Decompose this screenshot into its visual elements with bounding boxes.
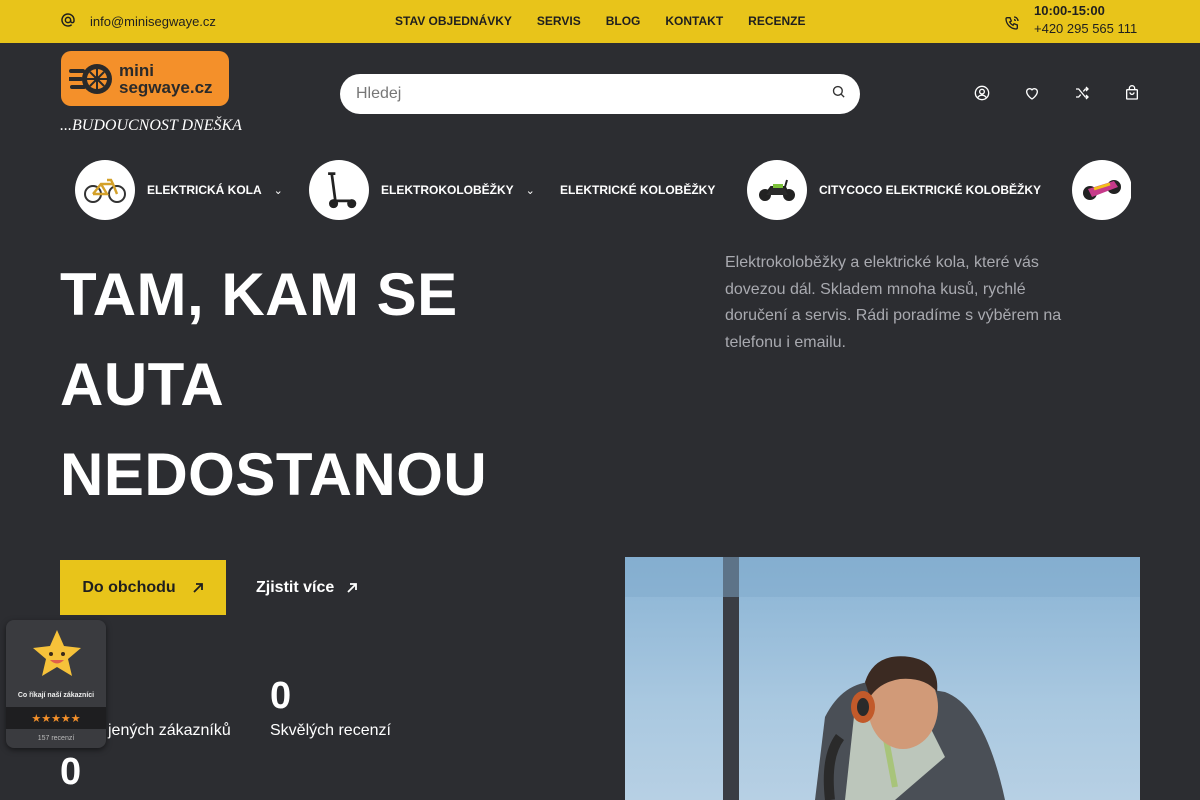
search-input[interactable] [356, 85, 831, 103]
shop-button-label[interactable]: Do obchodu [82, 579, 175, 597]
search-bar[interactable] [340, 74, 860, 114]
stat-third: 0 [60, 750, 81, 794]
bicycle-icon [84, 178, 126, 203]
header-icons [974, 85, 1140, 101]
hero-photo [625, 557, 1140, 800]
nav-contact[interactable]: KONTAKT [665, 14, 723, 28]
category-image [1072, 160, 1131, 220]
category-image [747, 160, 807, 220]
at-icon [60, 12, 76, 31]
category-hoverboards[interactable] [1072, 158, 1131, 222]
logo[interactable]: mini segwaye.cz [61, 51, 229, 106]
category-e-bikes[interactable]: ELEKTRICKÁ KOLA ⌄ [75, 158, 283, 222]
category-label[interactable]: ELEKTROKOLOBĚŽKY [381, 183, 514, 197]
wheel-logo-icon [69, 63, 112, 94]
shuffle-icon[interactable] [1074, 85, 1090, 101]
opening-hours: 10:00-15:00 [1034, 3, 1105, 18]
category-label[interactable]: ELEKTRICKÁ KOLA [147, 183, 262, 197]
nav-reviews[interactable]: RECENZE [748, 14, 805, 28]
smiling-star-icon [33, 630, 81, 676]
user-icon[interactable] [974, 85, 990, 101]
rider-photo-illustration [625, 557, 1140, 800]
category-e-scooters[interactable]: ELEKTROKOLOBĚŽKY ⌄ [309, 158, 535, 222]
category-label[interactable]: ELEKTRICKÉ KOLOBĚŽKY [560, 183, 715, 197]
tagline: ...BUDOUCNOST DNEŠKA [60, 117, 242, 134]
email-text[interactable]: info@minisegwaye.cz [90, 14, 216, 29]
nav-service[interactable]: SERVIS [537, 14, 581, 28]
heart-icon[interactable] [1024, 85, 1040, 101]
arrow-up-right-icon [193, 582, 203, 593]
hoverboard-icon [1083, 180, 1121, 200]
citycoco-icon [759, 179, 795, 201]
category-electric-scooters[interactable]: ELEKTRICKÉ KOLOBĚŽKY [548, 158, 715, 222]
category-label[interactable]: CITYCOCO ELEKTRICKÉ KOLOBĚŽKY [819, 183, 1041, 197]
phone-number[interactable]: +420 295 565 111 [1034, 19, 1137, 39]
stat-label: Skvělých recenzí [270, 722, 391, 739]
top-email[interactable]: info@minisegwaye.cz [60, 12, 216, 31]
nav-blog[interactable]: BLOG [606, 14, 641, 28]
scooter-icon [328, 172, 357, 209]
chevron-down-icon[interactable]: ⌄ [274, 184, 283, 197]
stat-number: 0 [60, 751, 82, 793]
category-image [75, 160, 135, 220]
hero-title-line1: TAM, KAM SE [60, 261, 458, 328]
hero-title: TAM, KAM SE AUTA NEDOSTANOU [60, 250, 620, 520]
category-citycoco[interactable]: CITYCOCO ELEKTRICKÉ KOLOBĚŽKY [747, 158, 1041, 222]
phone-icon [1004, 5, 1020, 36]
hero-description: Elektrokoloběžky a elektrické kola, kter… [725, 254, 1062, 351]
stat-number: 0 [270, 675, 292, 717]
top-nav: STAV OBJEDNÁVKY SERVIS BLOG KONTAKT RECE… [395, 14, 806, 28]
review-count: 157 recenzí [37, 735, 75, 742]
learn-more-button[interactable]: Zjistit více [256, 560, 358, 615]
category-bar: ELEKTRICKÁ KOLA ⌄ ELEKTROKOLOBĚŽKY ⌄ ELE… [60, 158, 1131, 222]
arrow-up-right-icon [347, 582, 358, 593]
logo-text: mini segwaye.cz [119, 62, 213, 96]
stat-reviews: 0 Skvělých recenzí [270, 674, 391, 740]
review-widget-text: Co říkají naší zákazníci [17, 692, 95, 699]
learn-more-label[interactable]: Zjistit více [256, 579, 334, 597]
bag-icon[interactable] [1124, 85, 1140, 101]
logo-line1: mini [119, 60, 154, 80]
hero-title-line2: AUTA [60, 351, 225, 418]
category-image [309, 160, 369, 220]
stat-label: jených zákazníků [108, 722, 231, 739]
chevron-down-icon[interactable]: ⌄ [526, 184, 535, 197]
top-contact: 10:00-15:00 +420 295 565 111 [1004, 2, 1137, 39]
nav-order-status[interactable]: STAV OBJEDNÁVKY [395, 14, 512, 28]
review-widget[interactable]: Co říkají naší zákazníci ★★★★★ 157 recen… [6, 620, 106, 748]
rating-stars-icon: ★★★★★ [6, 707, 106, 729]
top-bar: info@minisegwaye.cz STAV OBJEDNÁVKY SERV… [0, 0, 1200, 43]
search-icon[interactable] [831, 84, 846, 104]
hero-title-line3: NEDOSTANOU [60, 441, 488, 508]
shop-button[interactable]: Do obchodu [60, 560, 226, 615]
logo-line2: segwaye.cz [119, 77, 213, 97]
stat-customers: 0 jených zákazníků [108, 674, 231, 740]
